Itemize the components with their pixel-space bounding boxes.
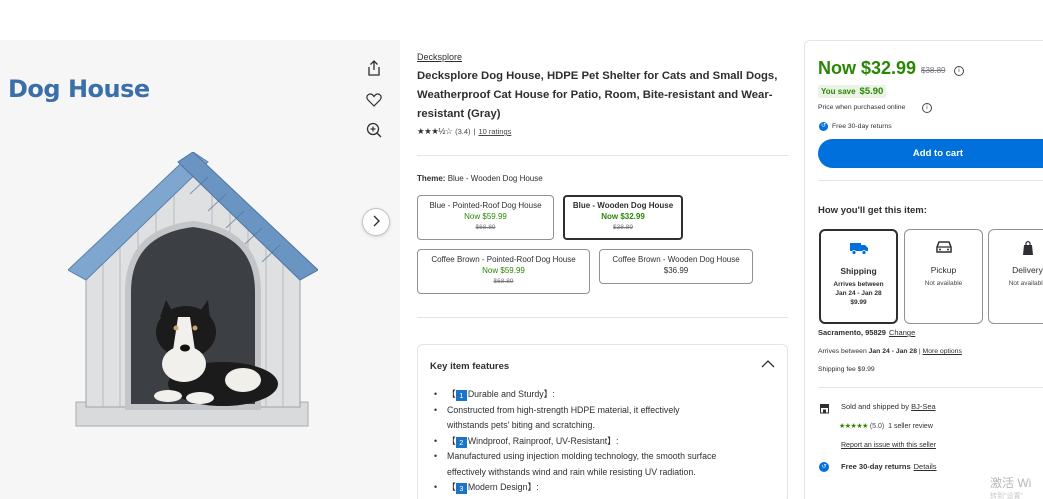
current-price: Now $32.99 <box>818 58 917 78</box>
you-save-label: You save <box>821 87 856 96</box>
os-watermark: 激活 Wi <box>990 476 1032 490</box>
product-info: Decksplore Decksplore Dog House, HDPE Pe… <box>417 52 789 137</box>
info-icon[interactable]: i <box>922 103 932 113</box>
rating-value: (3.4) <box>455 127 471 136</box>
option-name: Blue - Wooden Dog House <box>572 201 674 210</box>
theme-option-blue-pointed-roof[interactable]: Blue - Pointed-Roof Dog House Now $59.99… <box>417 195 554 240</box>
chevron-right-icon <box>372 214 380 230</box>
sold-by-row: Sold and shipped by BJ-Sea <box>841 402 936 411</box>
option-name: Coffee Brown - Pointed-Roof Dog House <box>431 255 576 264</box>
store-icon <box>819 401 830 419</box>
returns-details-link[interactable]: Details <box>914 462 937 471</box>
os-watermark-sub: 转到"设置" <box>990 493 1023 499</box>
feature-text: effectively withstands wind and rain whi… <box>447 466 696 477</box>
theme-label-row: Theme: Blue - Wooden Dog House <box>417 174 543 183</box>
option-now-price: Now $59.99 <box>482 266 525 275</box>
heart-icon[interactable] <box>362 88 386 112</box>
theme-selected-value: Blue - Wooden Dog House <box>447 174 543 183</box>
free-returns-row: Free 30-day returns Details <box>841 462 937 471</box>
car-icon <box>905 240 982 257</box>
fulfillment-detail: Not available <box>1008 280 1043 287</box>
number-badge-icon: 2 <box>455 436 467 448</box>
key-features-title: Key item features <box>430 361 510 372</box>
info-icon[interactable]: i <box>954 66 964 76</box>
option-name: Blue - Pointed-Roof Dog House <box>429 201 542 210</box>
theme-option-coffee-pointed-roof[interactable]: Coffee Brown - Pointed-Roof Dog House No… <box>417 249 590 294</box>
truck-icon <box>821 241 896 258</box>
rating-stars: ★★★½☆ <box>417 126 453 136</box>
was-price: $38.89 <box>921 66 946 75</box>
seller-stars: ★★★★★ <box>839 423 868 430</box>
feature-text: Constructed from high-strength HDPE mate… <box>434 403 779 419</box>
feature-heading: 【1Durable and Sturdy】: <box>434 387 779 403</box>
bag-icon <box>989 240 1043 259</box>
theme-label: Theme: <box>417 174 446 183</box>
key-features-panel: Key item features 【1Durable and Sturdy】:… <box>417 344 788 499</box>
feature-heading: 【2Windproof, Rainproof, UV-Resistant】: <box>434 434 779 450</box>
you-save-badge: You save $5.90 <box>818 85 887 98</box>
product-title: Decksplore Dog House, HDPE Pet Shelter f… <box>417 70 778 120</box>
rating-row: ★★★½☆ (3.4) | 10 ratings <box>417 126 789 137</box>
option-was-price: $68.89 <box>475 224 496 231</box>
add-to-cart-button[interactable]: Add to cart <box>818 139 1043 168</box>
option-was-price: $68.89 <box>493 278 514 285</box>
return-icon: ↺ <box>819 122 828 131</box>
price-note: Price when purchased online <box>818 104 906 111</box>
divider <box>417 155 788 156</box>
free-returns-text: Free 30-day returns <box>832 123 892 130</box>
shipping-fee: Shipping fee $9.99 <box>818 366 875 373</box>
fulfillment-delivery[interactable]: Delivery Not available <box>988 229 1043 324</box>
location-row: Sacramento, 95829 Change <box>818 328 915 337</box>
arrives-row: Arrives between Jan 24 - Jan 28 | More o… <box>818 348 962 355</box>
ratings-link[interactable]: 10 ratings <box>478 127 511 136</box>
product-image-gallery[interactable] <box>0 40 400 499</box>
seller-rating-row: ★★★★★ (5.0) 1 seller review <box>839 423 933 430</box>
rating-separator: | <box>473 127 476 136</box>
feature-text: withstands pets' biting and scratching. <box>447 420 595 430</box>
divider <box>818 180 1043 181</box>
fulfillment-pickup[interactable]: Pickup Not available <box>904 229 983 324</box>
option-name: Coffee Brown - Wooden Dog House <box>612 255 740 264</box>
zoom-icon[interactable] <box>362 118 386 142</box>
location-text: Sacramento, 95829 <box>818 328 886 337</box>
return-icon: ↺ <box>819 462 829 472</box>
fulfillment-detail: Not available <box>924 280 963 287</box>
you-save-amount: $5.90 <box>859 86 884 97</box>
seller-reviews[interactable]: 1 seller review <box>888 423 933 430</box>
fulfillment-name: Shipping <box>840 266 877 276</box>
option-now-price: Now $32.99 <box>601 212 645 221</box>
seller-link[interactable]: BJ-Sea <box>911 402 936 411</box>
next-image-button[interactable] <box>362 208 390 236</box>
gallery-overlay-title: Dog House <box>8 75 150 103</box>
number-badge-icon: 3 <box>455 483 467 494</box>
divider <box>417 317 788 318</box>
fulfillment-detail: Arrives between Jan 24 - Jan 28 $9.99 <box>833 281 884 306</box>
share-icon[interactable] <box>362 56 386 80</box>
report-issue-link[interactable]: Report an issue with this seller <box>841 442 936 449</box>
chevron-up-icon[interactable] <box>761 355 775 371</box>
how-to-get-title: How you'll get this item: <box>818 205 927 216</box>
brand-link[interactable]: Decksplore <box>417 52 789 62</box>
more-options-link[interactable]: More options <box>923 348 962 355</box>
fulfillment-name: Delivery <box>1012 265 1043 275</box>
feature-heading: 【3Modern Design】: <box>434 480 779 496</box>
fulfillment-name: Pickup <box>930 265 957 275</box>
theme-option-coffee-wooden[interactable]: Coffee Brown - Wooden Dog House $36.99 <box>599 249 753 284</box>
option-was-price: $38.89 <box>613 224 633 231</box>
key-features-list: 【1Durable and Sturdy】: Constructed from … <box>434 387 779 496</box>
fulfillment-shipping[interactable]: Shipping Arrives between Jan 24 - Jan 28… <box>819 229 898 324</box>
dog-house-product-image <box>68 152 318 427</box>
change-location-link[interactable]: Change <box>889 328 915 337</box>
number-badge-icon: 1 <box>455 390 467 401</box>
divider <box>818 387 1043 388</box>
feature-text: Manufactured using injection molding tec… <box>434 449 779 465</box>
option-now-price: Now $59.99 <box>464 212 507 221</box>
option-price: $36.99 <box>663 266 689 275</box>
theme-option-blue-wooden[interactable]: Blue - Wooden Dog House Now $32.99 $38.8… <box>563 195 683 240</box>
